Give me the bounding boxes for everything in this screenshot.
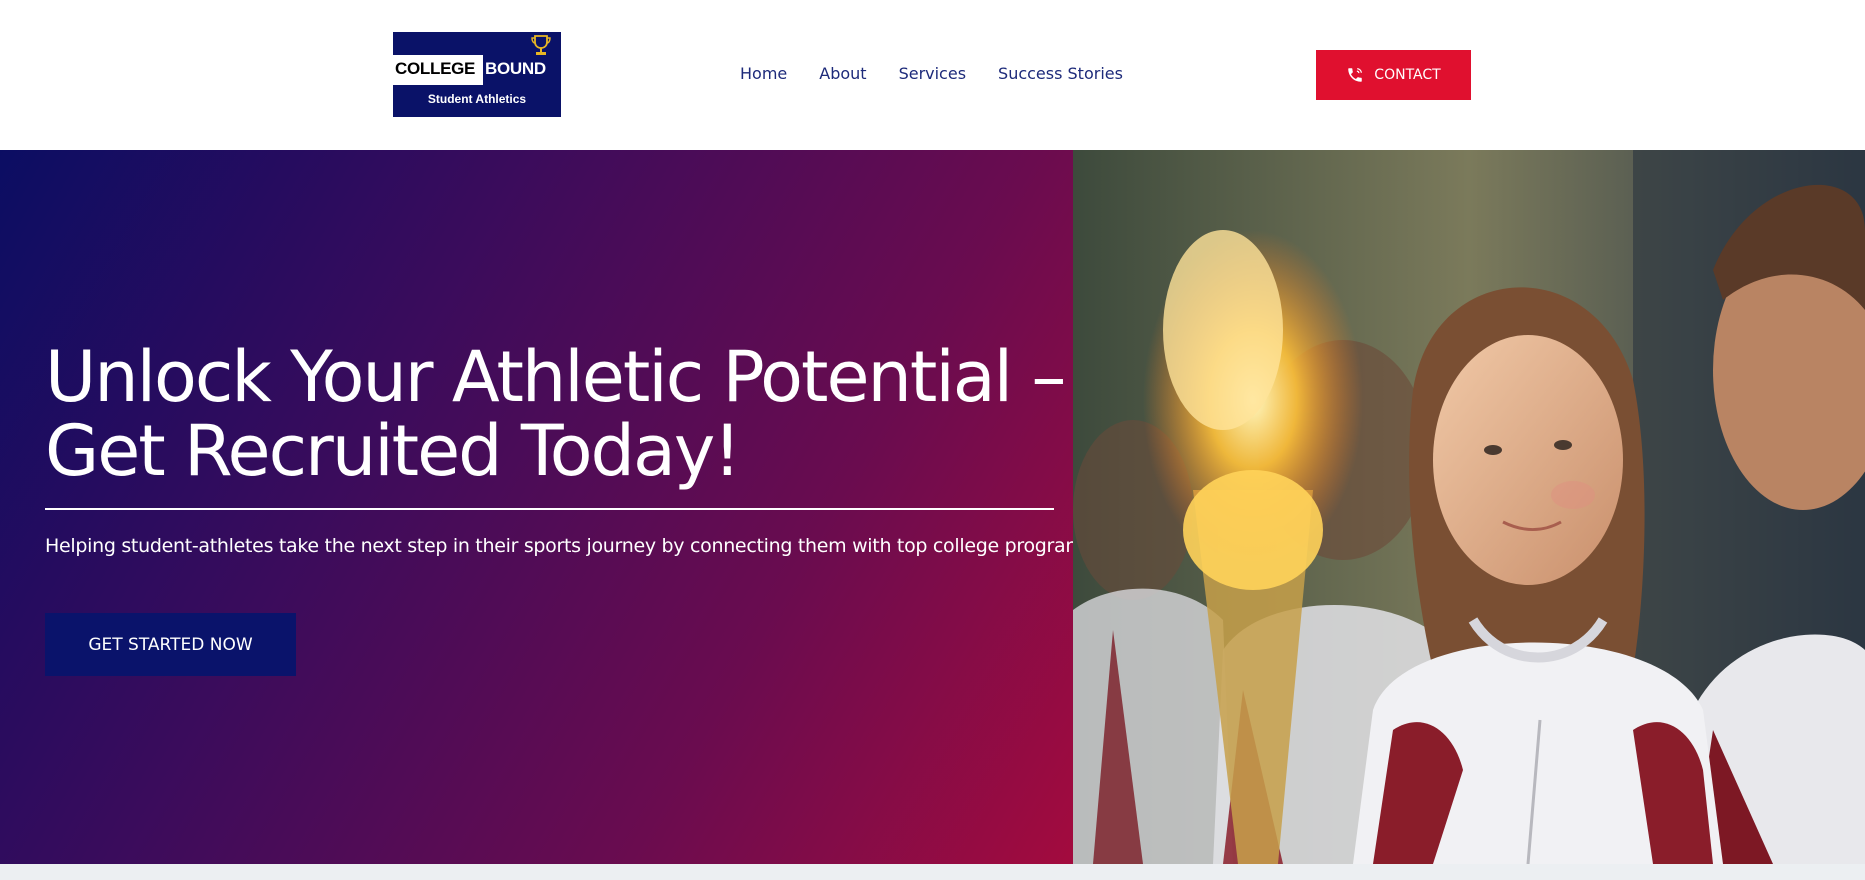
nav-home[interactable]: Home [740,64,787,83]
hero-section: Unlock Your Athletic Potential – Get Rec… [0,150,1099,864]
get-started-button[interactable]: GET STARTED NOW [45,613,296,676]
nav-success-stories[interactable]: Success Stories [998,64,1123,83]
hero-photo [1073,150,1865,864]
hero-title: Unlock Your Athletic Potential – Get Rec… [45,336,1066,492]
trophy-icon [531,35,551,55]
nav-about[interactable]: About [819,64,866,83]
site-header: COLLEGE BOUND Student Athletics Home Abo… [0,0,1865,150]
hero-divider [45,508,1054,510]
contact-label: CONTACT [1374,67,1441,83]
main-nav: Home About Services Success Stories [740,64,1123,83]
hero-subtitle: Helping student-athletes take the next s… [45,535,1099,557]
logo-tagline: Student Athletics [427,92,527,106]
nav-services[interactable]: Services [899,64,966,83]
logo-word-bound: BOUND [485,59,546,78]
hero-photo-illustration [1073,150,1865,864]
logo-word-college: COLLEGE [395,59,476,78]
logo[interactable]: COLLEGE BOUND Student Athletics [393,32,561,117]
phone-icon [1348,68,1363,82]
contact-button[interactable]: CONTACT [1316,50,1471,100]
next-section-strip [0,864,1865,880]
